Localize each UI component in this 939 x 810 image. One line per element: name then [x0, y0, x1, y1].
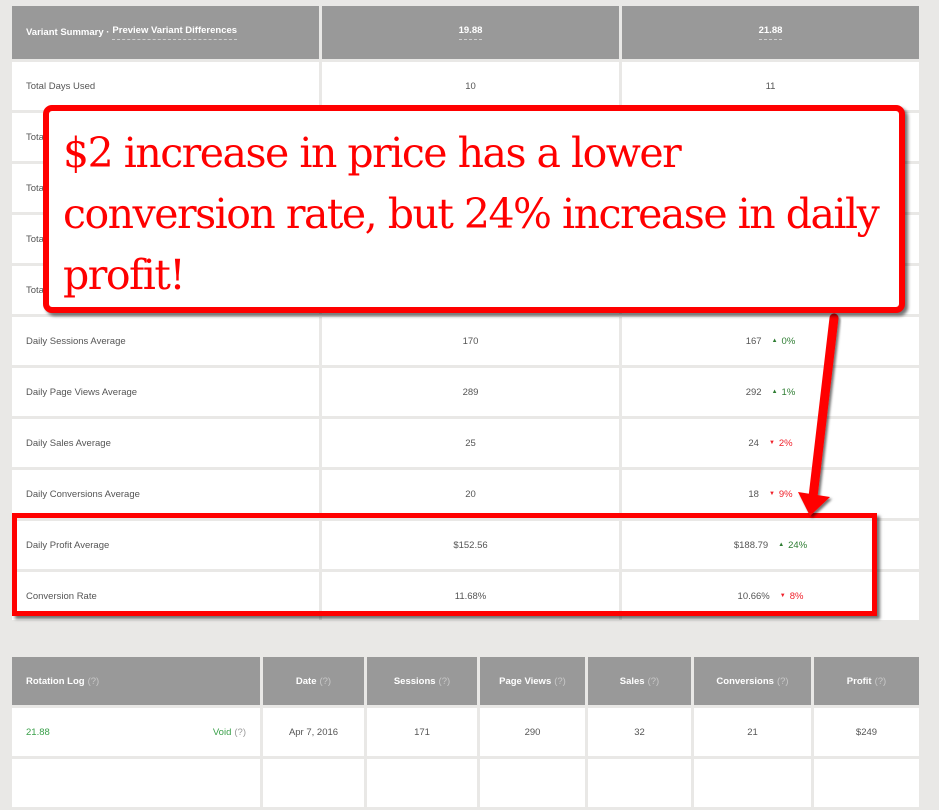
annotation-callout: $2 increase in price has a lower convers… [43, 105, 905, 313]
